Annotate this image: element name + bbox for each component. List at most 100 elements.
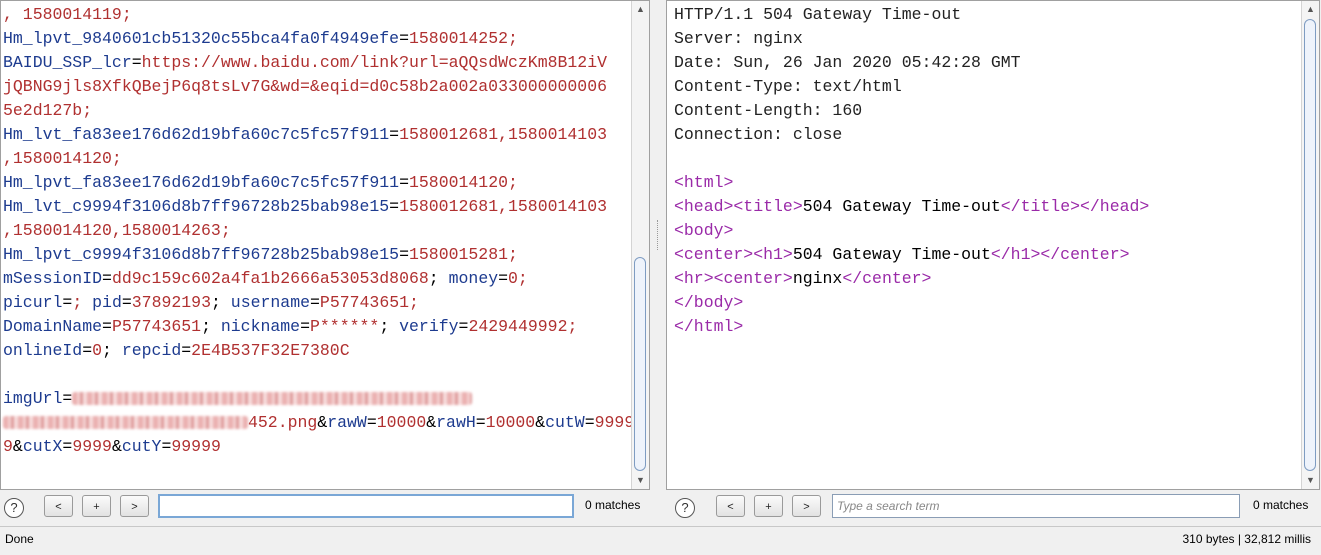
next-match-button[interactable]: > [792, 495, 821, 517]
request-token: 1580012681,1580014103 [399, 197, 608, 216]
request-token: = [62, 437, 73, 456]
request-token: 99999 [171, 437, 221, 456]
request-search-input[interactable] [158, 494, 574, 518]
next-match-button[interactable]: > [120, 495, 149, 517]
request-match-count: 0 matches [585, 498, 641, 512]
response-token: Server: nginx [674, 29, 803, 48]
request-token: 9999 [72, 437, 112, 456]
request-token: = [389, 125, 400, 144]
request-token: DomainName [3, 317, 103, 336]
response-scroll-thumb[interactable] [1304, 19, 1316, 471]
request-token: 1580015281; [408, 245, 518, 264]
request-line: Hm_lvt_fa83ee176d62d19bfa60c7c5fc57f911=… [3, 123, 631, 147]
request-token: = [62, 389, 73, 408]
scroll-up-arrow-icon[interactable]: ▲ [632, 1, 649, 18]
response-token: Date: Sun, 26 Jan 2020 05:42:28 GMT [674, 53, 1021, 72]
request-line: DomainName=P57743651; nickname=P******; … [3, 315, 631, 339]
request-token: 2E4B537F32E7380C [191, 341, 350, 360]
request-token: P57743651 [111, 317, 202, 336]
response-scrollbar[interactable]: ▲ ▼ [1301, 1, 1319, 489]
response-line: Server: nginx [674, 27, 1301, 51]
response-token: <hr><center> [674, 269, 793, 288]
request-token: 1580014120; [408, 173, 518, 192]
request-token: & [426, 413, 437, 432]
response-token: <html> [674, 173, 734, 192]
scroll-down-arrow-icon[interactable]: ▼ [1302, 472, 1319, 489]
request-line: 9&cutX=9999&cutY=99999 [3, 435, 631, 459]
response-token: </body> [674, 293, 744, 312]
response-token: <body> [674, 221, 734, 240]
request-line: , 1580014119; [3, 3, 631, 27]
response-token: nginx [792, 269, 843, 288]
response-token: HTTP/1.1 504 Gateway Time-out [674, 5, 962, 24]
response-line: HTTP/1.1 504 Gateway Time-out [674, 3, 1301, 27]
response-line: <center><h1>504 Gateway Time-out</h1></c… [674, 243, 1301, 267]
redacted-text [3, 416, 248, 430]
request-editor[interactable]: , 1580014119; Hm_lpvt_9840601cb51320c55bc… [1, 1, 649, 489]
request-token: cutY [121, 437, 162, 456]
request-token: = [300, 317, 310, 336]
add-button[interactable]: + [754, 495, 783, 517]
scroll-down-arrow-icon[interactable]: ▼ [632, 472, 649, 489]
request-token: Hm_lpvt_9840601cb51320c55bca4fa0f4949efe [3, 29, 400, 48]
request-token [82, 293, 92, 312]
response-line [674, 147, 1301, 171]
request-token: Hm_lpvt_c9994f3106d8b7ff96728b25bab98e15 [3, 245, 400, 264]
request-token: 10000 [485, 413, 536, 432]
request-token: onlineId [3, 341, 83, 360]
request-token: imgUrl [3, 389, 63, 408]
request-token: ; [379, 317, 400, 336]
request-token: ; [201, 317, 221, 336]
previous-match-button[interactable]: < [44, 495, 73, 517]
add-button[interactable]: + [82, 495, 111, 517]
request-token: picurl [3, 293, 63, 312]
request-line: Hm_lpvt_c9994f3106d8b7ff96728b25bab98e15… [3, 243, 631, 267]
request-token: = [399, 29, 409, 48]
response-editor[interactable]: HTTP/1.1 504 Gateway Time-out Server: ngi… [667, 1, 1301, 489]
response-token: </title></head> [1000, 197, 1150, 216]
request-scroll-thumb[interactable] [634, 257, 646, 471]
request-token: dd9c159c602a4fa1b2666a53053d8068 [111, 269, 429, 288]
response-token: Content-Type: text/html [674, 77, 902, 96]
request-token: pid [92, 293, 122, 312]
request-token: = [181, 341, 192, 360]
pane-splitter[interactable] [654, 0, 662, 526]
request-token: Hm_lvt_c9994f3106d8b7ff96728b25bab98e15 [3, 197, 390, 216]
request-token: ,1580014120; [3, 149, 122, 168]
previous-match-button[interactable]: < [716, 495, 745, 517]
request-token: = [161, 437, 172, 456]
scroll-up-arrow-icon[interactable]: ▲ [1302, 1, 1319, 18]
response-token: 504 Gateway Time-out [802, 197, 1001, 216]
request-token: mSessionID [3, 269, 103, 288]
response-token: <center><h1> [674, 245, 793, 264]
response-line: <html> [674, 171, 1301, 195]
request-scrollbar[interactable]: ▲ ▼ [631, 1, 649, 489]
redacted-text [72, 392, 473, 406]
help-icon[interactable]: ? [4, 498, 24, 518]
request-token: = [399, 245, 409, 264]
response-token: </center> [842, 269, 932, 288]
response-search-input[interactable]: Type a search term [832, 494, 1240, 518]
request-line: BAIDU_SSP_lcr=https://www.baidu.com/link… [3, 51, 631, 75]
request-line: Hm_lpvt_fa83ee176d62d19bfa60c7c5fc57f911… [3, 171, 631, 195]
request-token: = [62, 293, 73, 312]
status-text: Done [5, 532, 34, 546]
response-line: Content-Type: text/html [674, 75, 1301, 99]
request-line: mSessionID=dd9c159c602a4fa1b2666a53053d8… [3, 267, 631, 291]
request-token: BAIDU_SSP_lcr [3, 53, 132, 72]
request-line: onlineId=0; repcid=2E4B537F32E7380C [3, 339, 631, 363]
request-token: 9 [3, 437, 13, 456]
request-token: 0; [508, 269, 528, 288]
help-icon[interactable]: ? [675, 498, 695, 518]
request-search-bar: ? < + > 0 matches [0, 490, 650, 526]
response-line: </body> [674, 291, 1301, 315]
request-token: 9999 [594, 413, 635, 432]
response-line: Connection: close [674, 123, 1301, 147]
request-token: & [12, 437, 23, 456]
request-token: P57743651; [319, 293, 419, 312]
request-line [3, 363, 631, 387]
request-token: = [102, 317, 112, 336]
response-size-timing: 310 bytes | 32,812 millis [1182, 532, 1311, 546]
request-token: = [475, 413, 486, 432]
request-token: 10000 [376, 413, 427, 432]
